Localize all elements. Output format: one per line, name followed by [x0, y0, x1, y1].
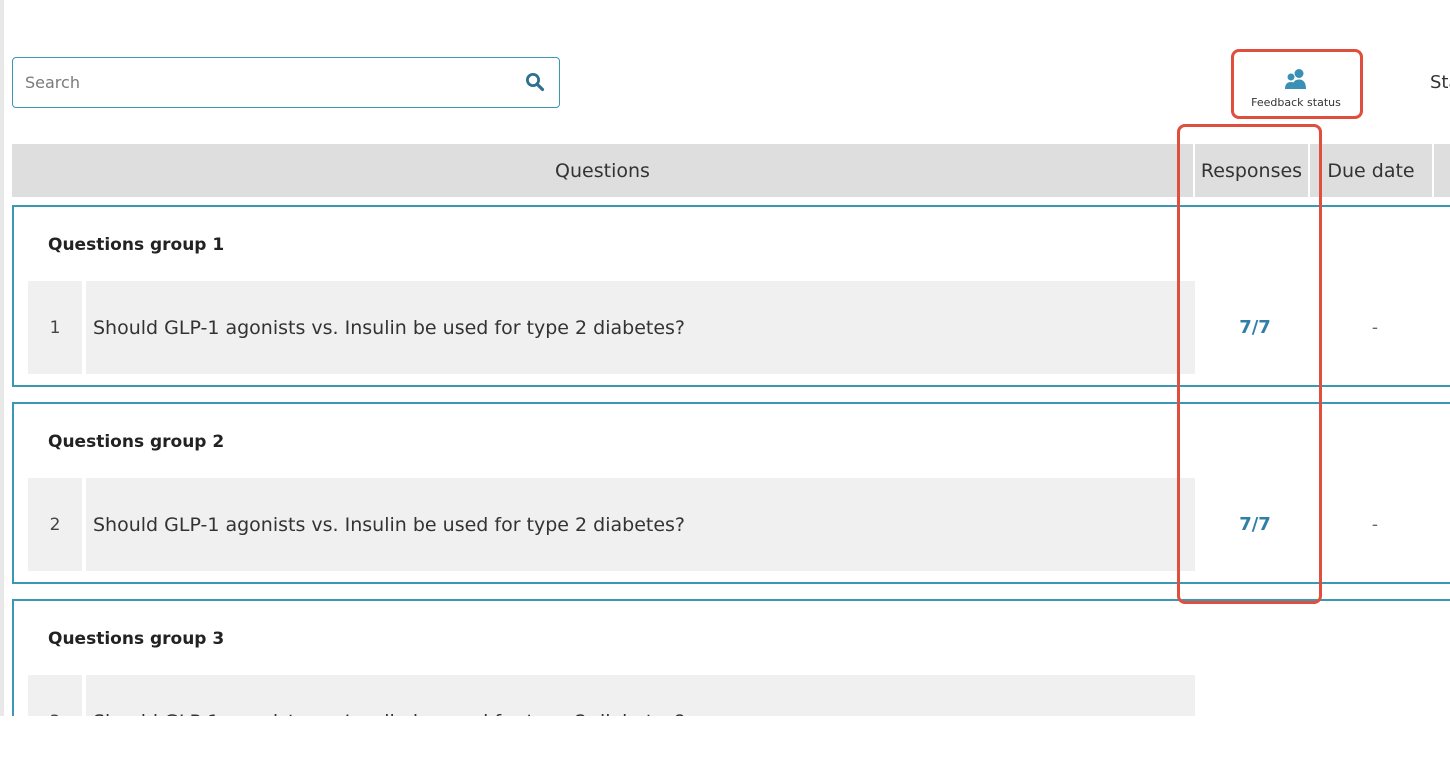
question-group: Questions group 2 2 Should GLP-1 agonist…	[12, 402, 1450, 584]
users-icon	[1285, 68, 1306, 89]
row-extra-cell	[1439, 281, 1450, 374]
due-date-value: -	[1315, 478, 1435, 571]
table-header: Questions Responses Due date	[12, 144, 1450, 197]
due-date-value: -	[1315, 281, 1435, 374]
status-button-label[interactable]: Sta	[1430, 72, 1450, 93]
group-title: Questions group 1	[48, 235, 225, 255]
search-input[interactable]	[13, 58, 513, 107]
row-extra-cell	[1439, 478, 1450, 571]
question-group: Questions group 1 1 Should GLP-1 agonist…	[12, 205, 1450, 387]
column-header-responses[interactable]: Responses	[1195, 144, 1308, 197]
question-text[interactable]: Should GLP-1 agonists vs. Insulin be use…	[86, 281, 1195, 374]
table-row[interactable]: 1 Should GLP-1 agonists vs. Insulin be u…	[28, 281, 1450, 374]
feedback-status-button[interactable]: Feedback status	[1236, 58, 1356, 114]
table-row[interactable]: 2 Should GLP-1 agonists vs. Insulin be u…	[28, 478, 1450, 571]
group-title: Questions group 3	[48, 629, 225, 649]
feedback-status-label: Feedback status	[1251, 95, 1341, 109]
column-header-questions: Questions	[555, 159, 650, 182]
question-number: 2	[28, 478, 82, 571]
search-icon[interactable]	[525, 72, 545, 92]
question-number: 1	[28, 281, 82, 374]
column-header-due-date[interactable]: Due date	[1310, 144, 1432, 197]
viewport-bottom-mask	[0, 716, 1450, 757]
question-text[interactable]: Should GLP-1 agonists vs. Insulin be use…	[86, 478, 1195, 571]
search-box[interactable]	[12, 57, 560, 108]
responses-link[interactable]: 7/7	[1199, 478, 1311, 571]
responses-link[interactable]: 7/7	[1199, 281, 1311, 374]
left-edge	[0, 0, 4, 757]
column-separator	[1432, 144, 1434, 197]
group-title: Questions group 2	[48, 432, 225, 452]
